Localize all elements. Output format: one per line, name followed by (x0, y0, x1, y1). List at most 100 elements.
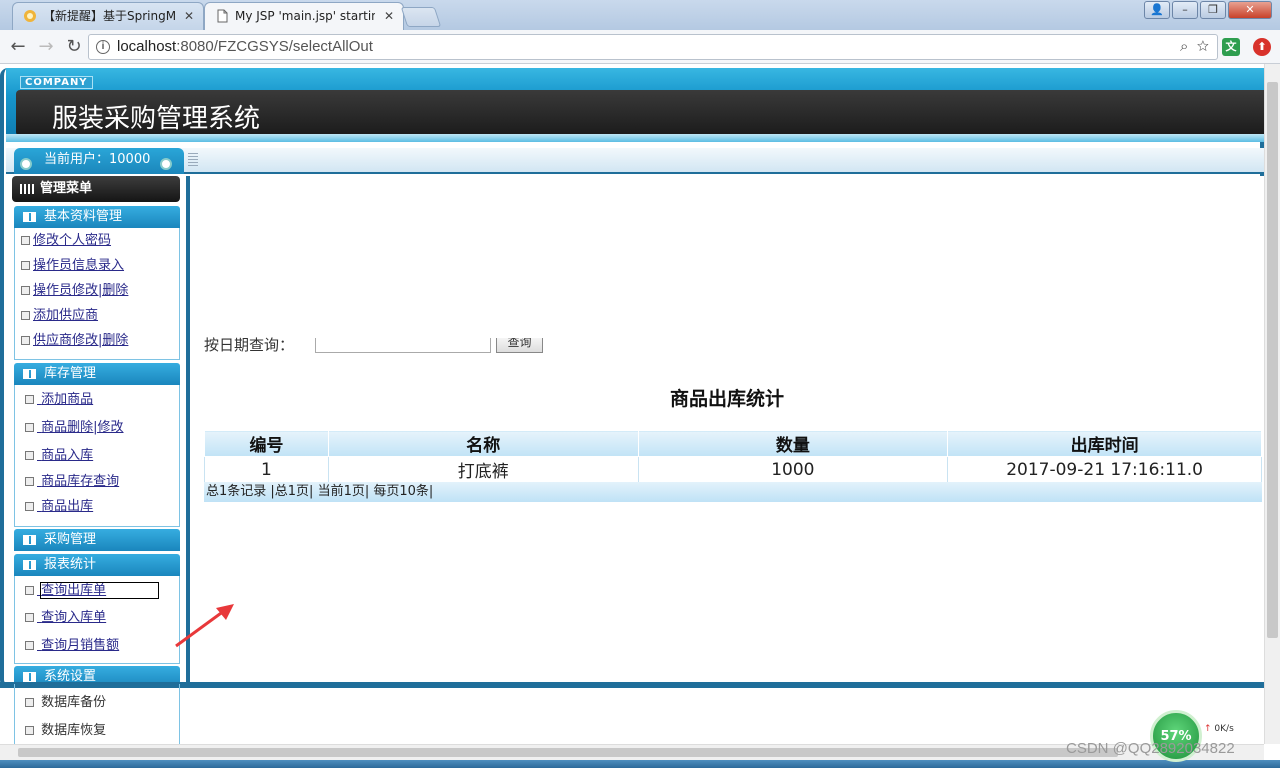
menu-grid-icon (20, 184, 34, 194)
pin-icon (160, 158, 172, 170)
sidebar-item-add-operator[interactable]: 操作员信息录入 (21, 257, 124, 275)
scrollbar-thumb[interactable] (18, 748, 1118, 757)
app-page: COMPANY 服装采购管理系统 当前用户：10000 管理菜单 基本资料管理 … (0, 64, 1264, 744)
url-path: :8080/FZCGSYS/selectAllOut (176, 38, 373, 55)
sidebar-item-label: 修改个人密码 (33, 233, 112, 248)
column-header-outbound-time: 出库时间 (947, 430, 1262, 457)
sidebar-item-query-inbound[interactable]: 查询入库单 (25, 609, 106, 627)
settings-section-body: 数据库备份 数据库恢复 (14, 684, 180, 744)
cell-name: 打底裤 (327, 456, 639, 483)
sidebar-section-inventory[interactable]: 库存管理 (14, 363, 180, 385)
close-icon[interactable]: ✕ (384, 3, 394, 29)
sidebar-item-stock-in[interactable]: 商品入库 (25, 447, 93, 465)
user-icon[interactable]: 👤 (1144, 1, 1170, 19)
sidebar-item-db-backup[interactable]: 数据库备份 (25, 694, 106, 712)
pin-icon (20, 158, 32, 170)
update-extension-icon[interactable]: ⬆ (1253, 38, 1271, 56)
cell-quantity: 1000 (637, 456, 949, 483)
reload-icon[interactable]: ↻ (62, 35, 86, 59)
section-title: 报表统计 (44, 557, 97, 572)
main-content: 按日期查询： 查询 商品出库统计 编号 名称 数量 出库时间 1 打底裤 100… (194, 176, 1264, 686)
system-title: 服装采购管理系统 (52, 104, 261, 134)
date-search-input[interactable] (315, 338, 491, 353)
info-icon[interactable]: i (96, 40, 110, 54)
sidebar-item-label: 商品入库 (41, 448, 94, 463)
zoom-icon[interactable]: ⌕ (1180, 38, 1188, 55)
minimize-button[interactable]: – (1172, 1, 1198, 19)
search-button[interactable]: 查询 (496, 338, 543, 353)
doc-icon (21, 236, 30, 245)
sidebar: 管理菜单 基本资料管理 修改个人密码 操作员信息录入 操作员修改|删除 添加供应… (10, 176, 188, 744)
scrollbar-thumb[interactable] (1267, 82, 1278, 638)
sidebar-item-label: 商品删除|修改 (41, 420, 124, 435)
sidebar-item-add-supplier[interactable]: 添加供应商 (21, 307, 98, 325)
forward-arrow-icon[interactable]: → (34, 35, 58, 59)
browser-tab-2[interactable]: My JSP 'main.jsp' startin ✕ (204, 2, 404, 30)
address-bar[interactable]: i localhost:8080/FZCGSYS/selectAllOut ⌕ … (88, 34, 1218, 60)
splitter-grip-icon[interactable] (188, 153, 198, 167)
translate-extension-icon[interactable]: 文 (1222, 38, 1240, 56)
sidebar-section-basic[interactable]: 基本资料管理 (14, 206, 180, 228)
column-header-id: 编号 (204, 430, 329, 457)
outbound-stats-table: 编号 名称 数量 出库时间 1 打底裤 1000 2017-09-21 17:1… (204, 430, 1262, 483)
banner-divider (6, 134, 1264, 142)
vertical-scrollbar[interactable] (1264, 64, 1280, 744)
section-book-icon (23, 212, 36, 222)
window-controls: 👤 – ❐ ✕ (1142, 1, 1272, 21)
sidebar-item-label: 数据库恢复 (41, 723, 107, 738)
sidebar-item-label: 操作员信息录入 (33, 258, 125, 273)
new-tab-button[interactable] (400, 7, 442, 27)
sidebar-item-label: 查询月销售额 (41, 638, 120, 653)
sidebar-item-label: 添加商品 (41, 392, 94, 407)
section-book-icon (23, 560, 36, 570)
sidebar-item-db-restore[interactable]: 数据库恢复 (25, 722, 106, 740)
browser-tabstrip: 【新提醒】基于SpringM ✕ My JSP 'main.jsp' start… (0, 0, 1280, 30)
sidebar-section-purchase[interactable]: 采购管理 (14, 529, 180, 551)
browser-toolbar: ← → ↻ i localhost:8080/FZCGSYS/selectAll… (0, 30, 1280, 64)
upload-arrow-icon: ↑ (1204, 724, 1212, 734)
sidebar-item-stock-out[interactable]: 商品出库 (25, 498, 93, 516)
omnibox-actions: ⌕ ☆ (1180, 35, 1209, 59)
forum-favicon-icon (24, 10, 36, 22)
doc-icon (25, 698, 34, 707)
company-logo: COMPANY (20, 76, 93, 89)
annotation-arrow-icon (175, 604, 234, 648)
sidebar-item-label: 查询出库单 (40, 582, 160, 599)
maximize-button[interactable]: ❐ (1200, 1, 1226, 19)
close-icon[interactable]: ✕ (184, 3, 194, 29)
net-speed-value: 0K/s (1214, 724, 1234, 734)
section-title: 库存管理 (44, 366, 97, 381)
sidebar-item-edit-operator[interactable]: 操作员修改|删除 (21, 282, 128, 300)
table-title: 商品出库统计 (669, 388, 784, 410)
doc-icon (21, 286, 30, 295)
sidebar-item-query-outbound[interactable]: 查询出库单 (25, 582, 160, 600)
menu-title: 管理菜单 (40, 181, 93, 196)
sidebar-item-stock-query[interactable]: 商品库存查询 (25, 473, 119, 491)
sidebar-item-label: 商品出库 (41, 499, 94, 514)
sidebar-item-add-product[interactable]: 添加商品 (25, 391, 93, 409)
section-title: 采购管理 (44, 532, 97, 547)
frame-bottom-bar (0, 682, 1264, 688)
cell-outbound-time: 2017-09-21 17:16:11.0 (947, 456, 1262, 483)
bookmark-star-icon[interactable]: ☆ (1197, 38, 1209, 55)
browser-tab-1[interactable]: 【新提醒】基于SpringM ✕ (12, 2, 204, 30)
sidebar-item-label: 操作员修改|删除 (33, 283, 129, 298)
sidebar-item-change-password[interactable]: 修改个人密码 (21, 232, 111, 250)
sidebar-item-monthly-sales[interactable]: 查询月销售额 (25, 637, 119, 655)
doc-icon (25, 451, 34, 460)
sidebar-item-edit-product[interactable]: 商品删除|修改 (25, 419, 124, 437)
back-arrow-icon[interactable]: ← (6, 35, 30, 59)
column-header-name: 名称 (327, 430, 639, 457)
doc-icon (25, 477, 34, 486)
watermark: CSDN @QQ2892034822 (1066, 740, 1235, 757)
sidebar-section-reports[interactable]: 报表统计 (14, 554, 180, 576)
doc-icon (25, 502, 34, 511)
close-window-button[interactable]: ✕ (1228, 1, 1272, 19)
page-icon (217, 9, 228, 23)
sidebar-item-label: 数据库备份 (41, 695, 107, 710)
sidebar-item-label: 供应商修改|删除 (33, 333, 129, 348)
section-inventory-body: 添加商品 商品删除|修改 商品入库 商品库存查询 商品出库 (14, 385, 180, 527)
date-search-label: 按日期查询： (204, 336, 295, 354)
sidebar-item-edit-supplier[interactable]: 供应商修改|删除 (21, 332, 128, 350)
doc-icon (21, 261, 30, 270)
